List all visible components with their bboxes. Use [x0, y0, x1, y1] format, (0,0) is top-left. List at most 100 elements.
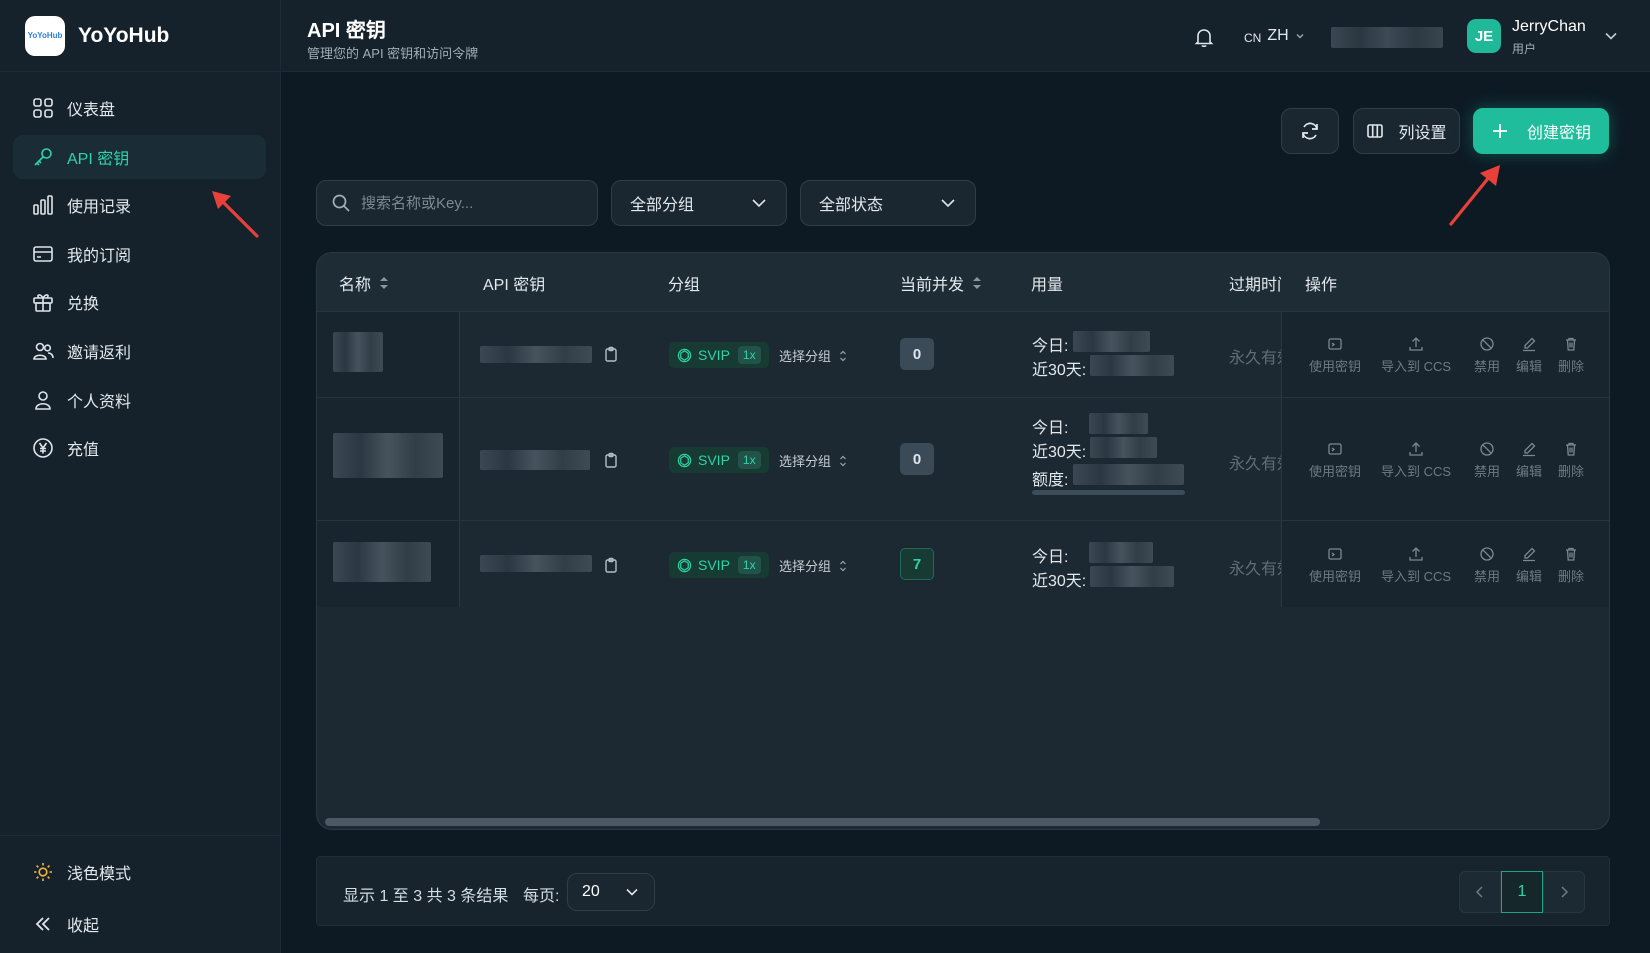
- group-select[interactable]: 选择分组: [779, 451, 847, 470]
- avatar[interactable]: JE: [1467, 19, 1501, 53]
- edit-action[interactable]: 编辑: [1516, 336, 1542, 375]
- upload-icon: [1409, 337, 1423, 351]
- sidebar-nav: 仪表盘 API 密钥 使用记录 我的订阅 兑换 邀请返利 个人资料 充值: [0, 72, 280, 470]
- trash-icon: [1566, 337, 1576, 351]
- disable-action[interactable]: 禁用: [1474, 546, 1500, 585]
- delete-action[interactable]: 删除: [1558, 546, 1584, 585]
- redacted-usage-today: [1073, 331, 1150, 352]
- group-badge-label: SVIP: [698, 557, 730, 573]
- concurrency-badge: 0: [900, 338, 934, 370]
- next-page-button[interactable]: [1543, 871, 1585, 913]
- group-select[interactable]: 选择分组: [779, 556, 847, 575]
- edit-icon: [1523, 547, 1536, 562]
- import-ccs-action[interactable]: 导入到 CCS: [1381, 441, 1451, 480]
- sidebar-item-label: 个人资料: [67, 393, 132, 411]
- redacted-api-key: [480, 450, 590, 470]
- column-settings-button[interactable]: 列设置: [1353, 108, 1460, 154]
- clipboard-icon[interactable]: [603, 452, 619, 468]
- use-key-action[interactable]: 使用密钥: [1309, 546, 1361, 585]
- disable-action[interactable]: 禁用: [1474, 336, 1500, 375]
- bell-icon[interactable]: [1193, 26, 1215, 48]
- search-input[interactable]: [361, 194, 581, 212]
- edit-icon: [1523, 442, 1536, 457]
- table-row: SVIP 1x 选择分组 0 今日: 近30天: 额度: 永久有效 使用密钥 导…: [317, 398, 1609, 521]
- per-page-label: 每页:: [523, 888, 560, 905]
- redacted-usage-30d: [1090, 566, 1174, 587]
- use-key-action[interactable]: 使用密钥: [1309, 336, 1361, 375]
- concurrency-badge: 0: [900, 443, 934, 475]
- action-label: 禁用: [1474, 569, 1501, 584]
- prev-page-button[interactable]: [1459, 871, 1501, 913]
- key-icon: [34, 147, 52, 166]
- redacted-api-key: [480, 555, 592, 572]
- ban-icon: [1480, 337, 1494, 351]
- trash-icon: [1566, 442, 1576, 456]
- sidebar-item-label: 充值: [67, 442, 100, 460]
- redacted-quota: [1073, 464, 1184, 485]
- create-key-label: 创建密钥: [1526, 125, 1591, 142]
- results-info: 显示 1 至 3 共 3 条结果: [343, 888, 509, 905]
- sidebar-item-label: 兑换: [67, 296, 100, 314]
- edit-action[interactable]: 编辑: [1516, 441, 1542, 480]
- chevron-down-icon[interactable]: [1603, 28, 1619, 44]
- sidebar-item-dashboard[interactable]: 仪表盘: [13, 86, 266, 130]
- refresh-button[interactable]: [1281, 108, 1339, 154]
- column-header-key: API 密钥: [483, 277, 546, 294]
- redacted-usage-30d: [1090, 437, 1157, 458]
- sidebar-item-api-keys[interactable]: API 密钥: [13, 134, 266, 179]
- language-flag: CN: [1244, 30, 1262, 45]
- group-filter-value: 全部分组: [630, 197, 695, 214]
- sidebar-item-recharge[interactable]: 充值: [13, 426, 266, 470]
- edit-action[interactable]: 编辑: [1516, 546, 1542, 585]
- search-box[interactable]: [316, 180, 598, 226]
- user-name[interactable]: JerryChan: [1512, 18, 1586, 36]
- horizontal-scrollbar[interactable]: [325, 818, 1320, 826]
- brand[interactable]: YoYoHub YoYoHub: [0, 0, 280, 72]
- language-switcher[interactable]: CN ZH: [1244, 27, 1305, 45]
- multiplier-badge: 1x: [737, 556, 761, 574]
- sidebar-item-label: 仪表盘: [67, 102, 116, 119]
- group-badge: SVIP 1x: [669, 447, 769, 473]
- disable-action[interactable]: 禁用: [1474, 441, 1500, 480]
- create-key-button[interactable]: 创建密钥: [1473, 108, 1609, 154]
- card-icon: [33, 245, 53, 262]
- column-header-concurrency[interactable]: 当前并发: [900, 271, 982, 295]
- import-ccs-action[interactable]: 导入到 CCS: [1381, 336, 1451, 375]
- sidebar-item-referral[interactable]: 邀请返利: [13, 329, 266, 373]
- clipboard-icon[interactable]: [603, 346, 619, 362]
- collapse-sidebar-button[interactable]: 收起: [13, 902, 266, 946]
- group-filter-select[interactable]: 全部分组: [611, 180, 787, 226]
- delete-action[interactable]: 删除: [1558, 336, 1584, 375]
- gift-icon: [33, 294, 53, 313]
- group-select[interactable]: 选择分组: [779, 346, 847, 365]
- redacted-usage-today: [1089, 542, 1153, 563]
- table-row: SVIP 1x 选择分组 7 今日: 近30天: 永久有效 使用密钥 导入到 C…: [317, 521, 1609, 607]
- sidebar-item-profile[interactable]: 个人资料: [13, 378, 266, 422]
- theme-toggle[interactable]: 浅色模式: [13, 850, 266, 894]
- column-header-actions: 操作: [1305, 277, 1338, 294]
- delete-action[interactable]: 删除: [1558, 441, 1584, 480]
- collapse-label: 收起: [67, 918, 100, 935]
- per-page-value: 20: [582, 883, 600, 900]
- import-ccs-action[interactable]: 导入到 CCS: [1381, 546, 1451, 585]
- column-header-label: 名称: [339, 277, 372, 294]
- clipboard-icon[interactable]: [603, 557, 619, 573]
- column-header-expiry: 过期时间: [1229, 277, 1281, 294]
- column-header-name[interactable]: 名称: [339, 271, 389, 295]
- sidebar-item-redeem[interactable]: 兑换: [13, 280, 266, 324]
- chevron-left-icon: [1475, 886, 1483, 898]
- page-button-current[interactable]: 1: [1501, 871, 1543, 913]
- action-label: 编辑: [1516, 569, 1543, 584]
- action-label: 导入到 CCS: [1381, 464, 1452, 479]
- group-select-label: 选择分组: [779, 559, 832, 574]
- use-key-action[interactable]: 使用密钥: [1309, 441, 1361, 480]
- group-badge: SVIP 1x: [669, 342, 769, 368]
- usage-today-label: 今日:: [1032, 420, 1069, 437]
- per-page-select[interactable]: 20: [567, 873, 655, 911]
- group-select-label: 选择分组: [779, 349, 832, 364]
- terminal-icon: [1328, 548, 1342, 560]
- status-filter-select[interactable]: 全部状态: [800, 180, 976, 226]
- group-badge-label: SVIP: [698, 347, 730, 363]
- sort-icon: [840, 350, 846, 361]
- action-label: 使用密钥: [1309, 359, 1362, 374]
